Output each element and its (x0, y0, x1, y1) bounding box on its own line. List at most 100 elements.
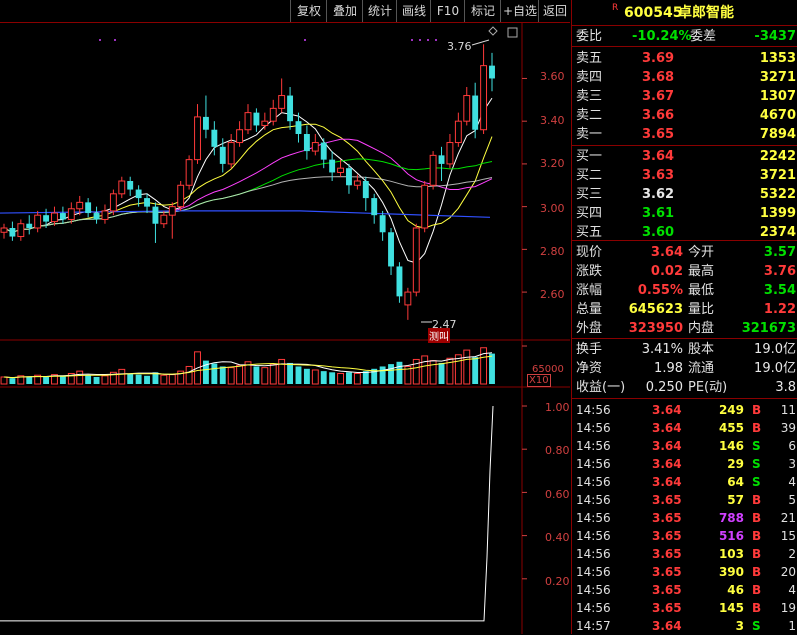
bid-row[interactable]: 买四 3.61 1399 (572, 204, 797, 223)
tick-count: 6 (788, 439, 796, 453)
volume-bar-down (303, 368, 310, 384)
volume-bar-down (26, 376, 33, 384)
ask-row[interactable]: 卖二 3.66 4670 (572, 106, 797, 125)
tick-row[interactable]: 14:56 3.65 390 B 20 (572, 563, 797, 581)
tick-count: 19 (780, 601, 796, 615)
tick-row[interactable]: 14:56 3.65 145 B 19 (572, 599, 797, 617)
bid-row[interactable]: 买二 3.63 3721 (572, 166, 797, 185)
volume-bar-up (269, 363, 277, 385)
ask-row[interactable]: 卖五 3.69 1353 (572, 49, 797, 68)
bid-level-label: 买三 (576, 187, 603, 202)
candle-body-down (379, 215, 386, 233)
tick-time: 14:56 (576, 403, 611, 417)
stock-name: 卓郎智能 (678, 5, 734, 21)
tick-side: B (752, 583, 762, 597)
bid-price: 3.61 (642, 206, 675, 221)
tick-row[interactable]: 14:56 3.65 57 B 5 (572, 491, 797, 509)
candle-body-down (371, 198, 378, 216)
stat-value: 645623 (628, 302, 683, 317)
volume-bar-down (85, 375, 92, 384)
volume-bar-down (135, 374, 142, 384)
tick-row[interactable]: 14:56 3.64 455 B 39 (572, 419, 797, 437)
f10-button[interactable]: F10 (430, 0, 465, 22)
tick-volume: 103 (718, 547, 744, 561)
indicator-axis-label: 1.00 (545, 401, 570, 414)
bid-level-label: 买一 (576, 149, 603, 164)
signal-dot (114, 39, 116, 41)
tick-row[interactable]: 14:56 3.65 516 B 15 (572, 527, 797, 545)
ask-volume: 3271 (759, 70, 796, 85)
fund-label: 流通 (688, 361, 715, 376)
ask-row[interactable]: 卖一 3.65 7894 (572, 125, 797, 144)
tick-count: 3 (788, 457, 796, 471)
signal-dot (419, 39, 421, 41)
tick-row[interactable]: 14:56 3.64 146 S 6 (572, 437, 797, 455)
candle-body-up (67, 208, 75, 220)
overlay-button[interactable]: 叠加 (326, 0, 363, 22)
tick-price: 3.64 (652, 403, 682, 417)
statistics-button[interactable]: 统计 (362, 0, 397, 22)
candle-body-up (227, 142, 235, 165)
tick-side: B (752, 547, 762, 561)
tick-side: S (752, 439, 761, 453)
chart-toolbar: 复权 叠加 统计 画线 F10 标记 +自选 返回 (0, 0, 570, 23)
ask-volume: 7894 (759, 127, 796, 142)
tick-price: 3.65 (652, 493, 682, 507)
stat-label: 涨幅 (576, 283, 603, 298)
ma20-line (3, 138, 493, 233)
chart-area[interactable]: 3.60 3.40 3.20 3.00 2.80 2.60 3.76 2.47 … (0, 22, 570, 634)
ask-row[interactable]: 卖四 3.68 3271 (572, 68, 797, 87)
add-watchlist-button[interactable]: +自选 (500, 0, 539, 22)
indicator-axis-label: 0.80 (545, 444, 570, 457)
tick-time: 14:56 (576, 439, 611, 453)
tick-price: 3.64 (652, 421, 682, 435)
fund-label: 净资 (576, 361, 603, 376)
volume-bar-down (438, 362, 445, 384)
tick-volume: 516 (718, 529, 744, 543)
candle-body-up (244, 112, 252, 131)
tick-row[interactable]: 14:56 3.65 788 B 21 (572, 509, 797, 527)
volume-bar-down (43, 376, 50, 384)
stat-value: 323950 (628, 321, 683, 336)
tick-row[interactable]: 14:56 3.64 29 S 3 (572, 455, 797, 473)
ask-price: 3.66 (642, 108, 675, 123)
candle-body-down (396, 266, 403, 297)
candle-body-up (109, 193, 117, 212)
candle-body-down (127, 181, 134, 190)
volume-bar-up (311, 369, 319, 385)
bid-volume: 3721 (759, 168, 796, 183)
fuquan-button[interactable]: 复权 (290, 0, 327, 22)
volume-bar-down (396, 361, 403, 384)
tick-row[interactable]: 14:56 3.64 64 S 4 (572, 473, 797, 491)
stat-row: 现价 3.64 今开 3.57 (572, 243, 797, 262)
tick-price: 3.65 (652, 529, 682, 543)
candle-body-up (446, 142, 454, 165)
tick-row[interactable]: 14:57 3.64 3 S 1 (572, 617, 797, 635)
weibi-row: 委比 -10.24% 委差 -3437 (572, 27, 797, 46)
fund-row: 换手 3.41% 股本 19.0亿 (572, 340, 797, 359)
bid-volume: 1399 (759, 206, 796, 221)
volume-bar-up (76, 370, 84, 385)
ask-row[interactable]: 卖三 3.67 1307 (572, 87, 797, 106)
kline-chart[interactable] (0, 22, 570, 634)
tick-count: 11 (780, 403, 796, 417)
low-marker-tag: 测叫 (428, 328, 450, 343)
tick-row[interactable]: 14:56 3.65 103 B 2 (572, 545, 797, 563)
back-button[interactable]: 返回 (538, 0, 571, 22)
ask-level-label: 卖三 (576, 89, 603, 104)
candle-body-up (311, 142, 319, 152)
diamond-icon (488, 26, 498, 36)
bid-row[interactable]: 买三 3.62 5322 (572, 185, 797, 204)
ask-price: 3.67 (642, 89, 675, 104)
volume-bar-up (185, 365, 193, 385)
candle-body-down (320, 142, 327, 160)
tick-row[interactable]: 14:56 3.64 249 B 11 (572, 401, 797, 419)
stat-value: 1.22 (763, 302, 796, 317)
tick-volume: 145 (718, 601, 744, 615)
tick-row[interactable]: 14:56 3.65 46 B 4 (572, 581, 797, 599)
bid-row[interactable]: 买一 3.64 2242 (572, 147, 797, 166)
volume-bar-up (353, 372, 361, 385)
ask-price: 3.69 (642, 51, 675, 66)
mark-button[interactable]: 标记 (464, 0, 501, 22)
draw-line-button[interactable]: 画线 (396, 0, 431, 22)
